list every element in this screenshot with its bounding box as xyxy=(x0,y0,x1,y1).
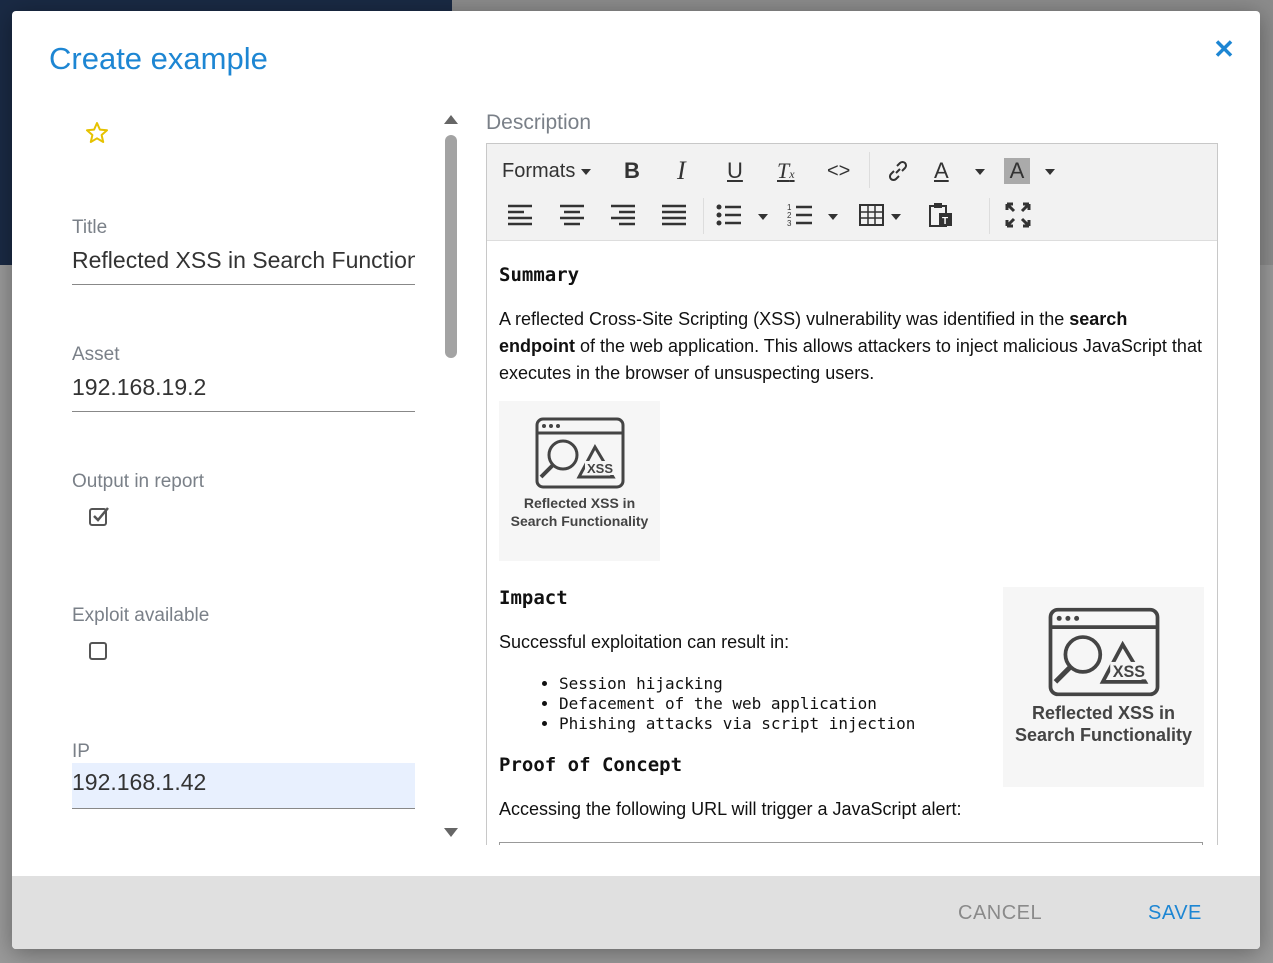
summary-paragraph: A reflected Cross-Site Scripting (XSS) v… xyxy=(499,309,1202,383)
table-icon[interactable] xyxy=(859,203,885,227)
align-center-icon[interactable] xyxy=(559,203,585,227)
scroll-thumb[interactable] xyxy=(445,135,457,358)
numbered-list-icon[interactable]: 123 xyxy=(787,203,813,227)
asset-input[interactable]: 192.168.19.2 xyxy=(72,374,415,412)
svg-text:T: T xyxy=(942,216,948,227)
fields-scrollbar[interactable] xyxy=(442,111,460,846)
text-color-icon[interactable]: A xyxy=(934,158,949,184)
background-color-dropdown-icon[interactable] xyxy=(1045,169,1055,175)
list-item: Session hijacking xyxy=(559,674,915,694)
numbered-list-dropdown-icon[interactable] xyxy=(828,214,838,220)
impact-intro: Successful exploitation can result in: xyxy=(499,632,790,652)
asset-label: Asset xyxy=(72,344,120,365)
xss-image-small[interactable]: XSS Reflected XSS in Search Functionality xyxy=(499,401,660,561)
xss-browser-icon: XSS xyxy=(535,417,624,489)
poc-heading: Proof of Concept xyxy=(499,754,683,776)
clear-formatting-icon[interactable]: Tx xyxy=(777,158,795,187)
fullscreen-icon[interactable] xyxy=(1005,202,1031,228)
background-color-icon[interactable]: A xyxy=(1004,158,1030,184)
close-icon[interactable]: ✕ xyxy=(1212,36,1236,62)
dialog-footer: CANCEL SAVE xyxy=(12,876,1260,949)
list-item: Phishing attacks via script injection xyxy=(559,714,915,734)
xss-image-caption: Reflected XSS in Search Functionality xyxy=(510,495,649,529)
output-in-report-label: Output in report xyxy=(72,471,205,492)
exploit-available-checkbox[interactable] xyxy=(88,639,110,661)
editor-toolbar: Formats B I U Tx <> A A 123 T xyxy=(487,144,1217,241)
bold-icon[interactable]: B xyxy=(624,158,640,184)
italic-icon[interactable]: I xyxy=(677,158,686,184)
poc-text: Accessing the following URL will trigger… xyxy=(499,799,962,819)
svg-text:3: 3 xyxy=(787,219,792,227)
align-justify-icon[interactable] xyxy=(661,203,687,227)
bullet-list-dropdown-icon[interactable] xyxy=(758,214,768,220)
title-input[interactable]: Reflected XSS in Search Function xyxy=(72,247,415,285)
svg-text:XSS: XSS xyxy=(1112,663,1145,681)
xss-image-caption-large: Reflected XSS in Search Functionality xyxy=(1014,703,1193,745)
ip-label: IP xyxy=(72,741,90,762)
align-right-icon[interactable] xyxy=(610,203,636,227)
impact-list: Session hijacking Defacement of the web … xyxy=(499,674,915,734)
text-color-dropdown-icon[interactable] xyxy=(975,169,985,175)
link-icon[interactable] xyxy=(885,158,911,184)
align-left-icon[interactable] xyxy=(507,203,533,227)
save-button[interactable]: SAVE xyxy=(1148,902,1202,925)
title-field: Title Reflected XSS in Search Function xyxy=(72,217,415,285)
poc-code-block xyxy=(499,842,1203,845)
exploit-available-label: Exploit available xyxy=(72,605,210,626)
code-icon[interactable]: <> xyxy=(827,158,850,184)
list-item: Defacement of the web application xyxy=(559,694,915,714)
description-editor: Formats B I U Tx <> A A 123 T Summary A … xyxy=(486,143,1218,845)
output-in-report-checkbox[interactable] xyxy=(88,505,110,527)
impact-heading: Impact xyxy=(499,587,568,609)
summary-heading: Summary xyxy=(499,264,580,286)
table-dropdown-icon[interactable] xyxy=(891,214,901,220)
dialog-title: Create example xyxy=(49,41,268,76)
description-label: Description xyxy=(486,111,592,134)
fields-panel: Title Reflected XSS in Search Function A… xyxy=(72,111,417,846)
bullet-list-icon[interactable] xyxy=(716,203,742,227)
underline-icon[interactable]: U xyxy=(727,158,743,184)
formats-label: Formats xyxy=(502,160,576,182)
ip-field: IP 192.168.1.42 xyxy=(72,741,415,809)
star-icon[interactable] xyxy=(85,121,109,145)
asset-field: Asset 192.168.19.2 xyxy=(72,344,415,412)
paste-as-text-icon[interactable]: T xyxy=(928,202,954,228)
svg-text:XSS: XSS xyxy=(587,461,613,476)
exploit-available-field: Exploit available xyxy=(72,605,415,661)
ip-input[interactable]: 192.168.1.42 xyxy=(72,763,415,809)
scroll-down-arrow-icon[interactable] xyxy=(444,828,458,837)
title-label: Title xyxy=(72,217,108,238)
output-in-report-field: Output in report xyxy=(72,471,415,527)
cancel-button[interactable]: CANCEL xyxy=(958,902,1042,925)
create-example-dialog: Create example ✕ Title Reflected XSS in … xyxy=(12,11,1260,949)
scroll-up-arrow-icon[interactable] xyxy=(444,115,458,124)
xss-image-large[interactable]: XSS Reflected XSS in Search Functionality xyxy=(1003,587,1204,787)
formats-dropdown[interactable]: Formats xyxy=(502,158,591,184)
xss-browser-icon-large: XSS xyxy=(1048,607,1159,697)
